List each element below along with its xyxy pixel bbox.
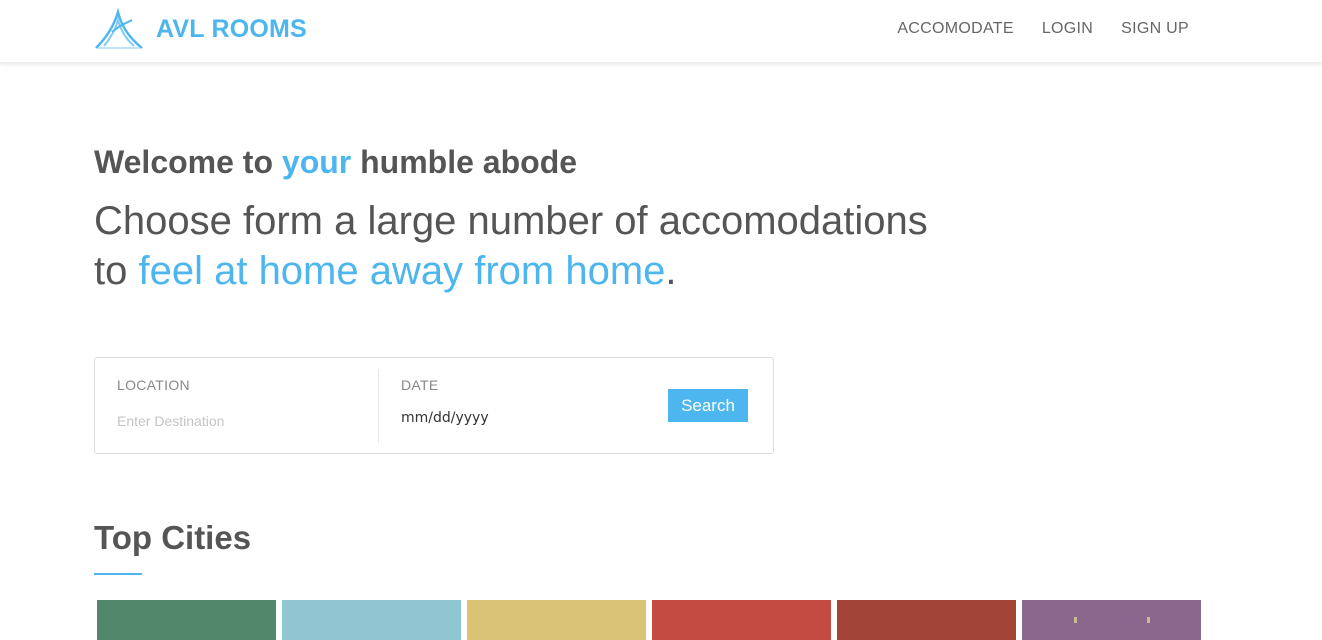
mountain-logo-icon — [95, 8, 143, 49]
field-divider — [378, 369, 379, 443]
tile-ornament — [1147, 617, 1150, 623]
welcome-prefix: Welcome to — [94, 144, 282, 180]
brand-link[interactable]: AVL ROOMS — [94, 8, 307, 50]
city-tile[interactable] — [467, 600, 646, 640]
location-label: LOCATION — [117, 377, 190, 393]
city-tile[interactable] — [1022, 600, 1201, 640]
tagline-end: . — [665, 249, 677, 293]
nav-links: ACCOMODATE LOGIN SIGN UP — [869, 20, 1189, 38]
tagline-accent: feel at home away from home — [138, 249, 666, 293]
welcome-suffix: humble abode — [351, 144, 578, 180]
date-input[interactable]: mm/dd/yyyy — [401, 410, 601, 432]
nav-sign-up[interactable]: SIGN UP — [1121, 20, 1189, 38]
city-tile[interactable] — [652, 600, 831, 640]
city-tile[interactable] — [282, 600, 461, 640]
nav-login[interactable]: LOGIN — [1042, 20, 1093, 38]
city-tile[interactable] — [837, 600, 1016, 640]
hero-tagline: Choose form a large number of accomodati… — [94, 196, 1014, 296]
location-input[interactable] — [117, 410, 357, 432]
top-cities-title: Top Cities — [94, 519, 252, 556]
navbar: AVL ROOMS ACCOMODATE LOGIN SIGN UP — [0, 0, 1322, 63]
city-tile[interactable] — [97, 600, 276, 640]
welcome-accent: your — [281, 144, 352, 180]
tagline-to: to — [94, 249, 139, 293]
welcome-heading: Welcome to your humble abode — [94, 144, 577, 181]
tile-ornament — [1074, 617, 1077, 623]
tagline-line1: Choose form a large number of accomodati… — [94, 199, 928, 243]
nav-accomodate[interactable]: ACCOMODATE — [897, 20, 1013, 38]
city-tiles — [97, 600, 1201, 640]
search-button[interactable]: Search — [668, 389, 748, 422]
brand-name: AVL ROOMS — [156, 14, 307, 43]
date-label: DATE — [401, 377, 439, 393]
search-form: LOCATION DATE mm/dd/yyyy Search — [94, 357, 774, 454]
title-underline — [94, 573, 142, 575]
